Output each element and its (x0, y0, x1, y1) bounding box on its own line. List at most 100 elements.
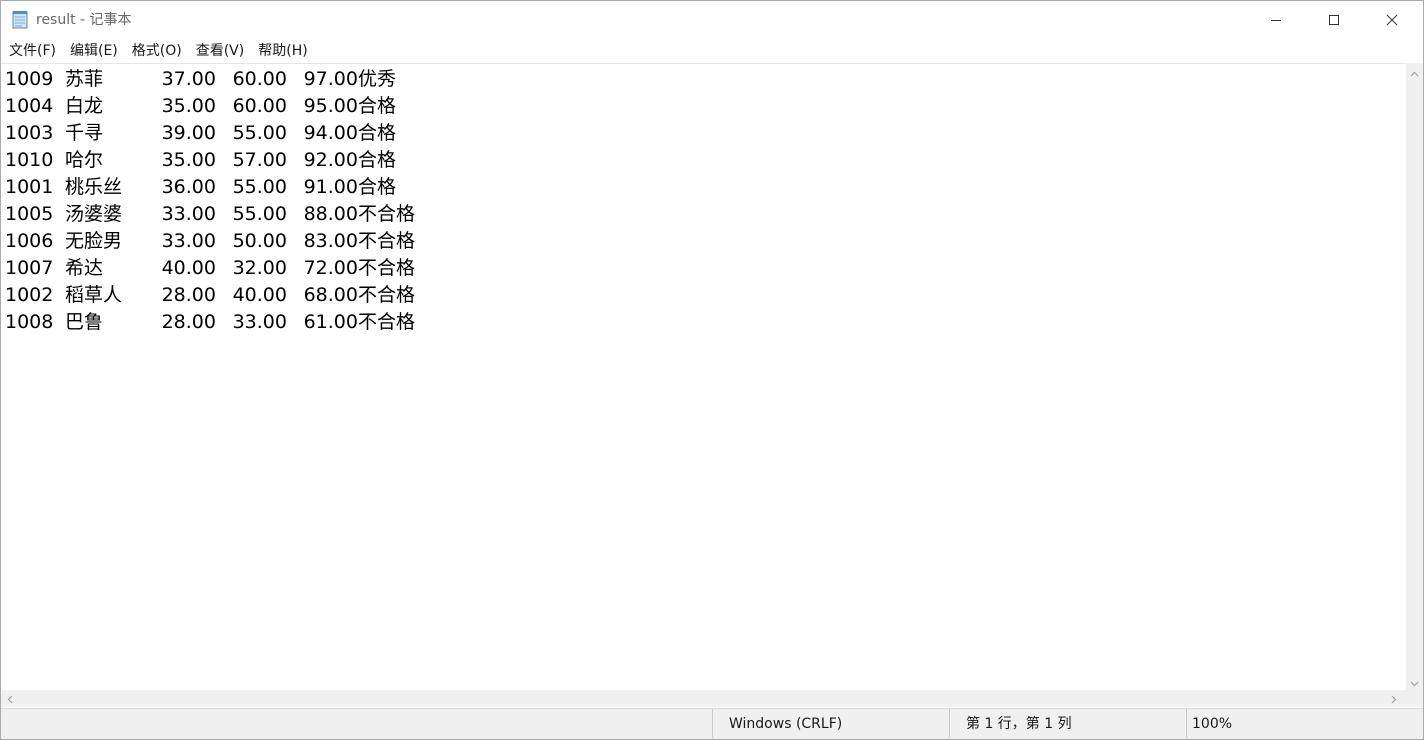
scroll-down-button[interactable] (1406, 673, 1423, 690)
line-score1: 28.00 (161, 284, 216, 306)
text-line: 1005 汤婆婆 33.00 55.00 88.00不合格 (5, 201, 415, 228)
line-total: 68.00 (303, 284, 358, 306)
line-score2: 55.00 (232, 203, 287, 225)
line-name: 千寻 (65, 122, 104, 144)
menu-edit[interactable]: 编辑(E) (64, 40, 124, 62)
line-score2: 32.00 (232, 257, 287, 279)
line-score1: 33.00 (161, 230, 216, 252)
status-line-ending: Windows (CRLF) (712, 709, 949, 739)
text-line: 1006 无脸男 33.00 50.00 83.00不合格 (5, 228, 415, 255)
chevron-down-icon (1410, 672, 1419, 691)
menu-bar: 文件(F) 编辑(E) 格式(O) 查看(V) 帮助(H) (1, 39, 1423, 63)
line-grade: 不合格 (358, 203, 416, 225)
line-name: 巴鲁 (65, 311, 104, 333)
line-total: 61.00 (303, 311, 358, 333)
menu-format[interactable]: 格式(O) (126, 40, 188, 62)
chevron-left-icon (7, 689, 13, 708)
line-grade: 不合格 (358, 257, 416, 279)
text-line: 1009 苏菲 37.00 60.00 97.00优秀 (5, 66, 415, 93)
line-score1: 36.00 (161, 176, 216, 198)
line-total: 97.00 (303, 68, 358, 90)
notepad-icon (12, 10, 29, 29)
line-name: 无脸男 (65, 230, 123, 252)
line-score1: 35.00 (161, 95, 216, 117)
close-icon (1386, 11, 1398, 30)
line-score1: 35.00 (161, 149, 216, 171)
text-line: 1001 桃乐丝 36.00 55.00 91.00合格 (5, 174, 415, 201)
line-id: 1007 (5, 257, 54, 279)
scroll-right-button[interactable] (1385, 690, 1402, 707)
line-score1: 37.00 (161, 68, 216, 90)
title-bar[interactable]: result - 记事本 (1, 1, 1423, 39)
vertical-scrollbar[interactable] (1406, 63, 1423, 690)
text-line: 1003 千寻 39.00 55.00 94.00合格 (5, 120, 415, 147)
line-name: 桃乐丝 (65, 176, 123, 198)
window-title: result - 记事本 (36, 12, 132, 28)
line-score2: 55.00 (232, 176, 287, 198)
status-cursor-position: 第 1 行，第 1 列 (949, 709, 1186, 739)
line-score1: 39.00 (161, 122, 216, 144)
line-id: 1010 (5, 149, 54, 171)
line-grade: 不合格 (358, 284, 416, 306)
chevron-right-icon (1391, 689, 1397, 708)
line-id: 1004 (5, 95, 54, 117)
text-line: 1002 稻草人 28.00 40.00 68.00不合格 (5, 282, 415, 309)
line-total: 95.00 (303, 95, 358, 117)
scroll-up-button[interactable] (1406, 63, 1423, 80)
scrollbar-corner (1406, 690, 1423, 707)
text-line: 1008 巴鲁 28.00 33.00 61.00不合格 (5, 309, 415, 336)
text-line: 1010 哈尔 35.00 57.00 92.00合格 (5, 147, 415, 174)
status-bar: Windows (CRLF) 第 1 行，第 1 列 100% (1, 708, 1423, 739)
line-grade: 合格 (358, 149, 397, 171)
line-score2: 57.00 (232, 149, 287, 171)
line-score2: 33.00 (232, 311, 287, 333)
notepad-window: result - 记事本 文件(F) 编辑(E) 格式(O) 查看(V) 帮助(… (0, 0, 1424, 740)
line-total: 83.00 (303, 230, 358, 252)
line-id: 1003 (5, 122, 54, 144)
line-id: 1002 (5, 284, 54, 306)
status-zoom: 100% (1186, 709, 1423, 739)
line-score1: 40.00 (161, 257, 216, 279)
line-grade: 不合格 (358, 311, 416, 333)
line-name: 稻草人 (65, 284, 123, 306)
menu-help[interactable]: 帮助(H) (252, 40, 313, 62)
line-id: 1006 (5, 230, 54, 252)
minimize-button[interactable] (1247, 1, 1305, 39)
line-id: 1005 (5, 203, 54, 225)
chevron-up-icon (1410, 62, 1419, 81)
maximize-button[interactable] (1305, 1, 1363, 39)
line-total: 88.00 (303, 203, 358, 225)
line-total: 72.00 (303, 257, 358, 279)
line-id: 1009 (5, 68, 54, 90)
line-grade: 合格 (358, 95, 397, 117)
line-name: 希达 (65, 257, 104, 279)
text-line: 1004 白龙 35.00 60.00 95.00合格 (5, 93, 415, 120)
line-grade: 合格 (358, 122, 397, 144)
line-score1: 28.00 (161, 311, 216, 333)
line-grade: 不合格 (358, 230, 416, 252)
line-score2: 55.00 (232, 122, 287, 144)
line-name: 苏菲 (65, 68, 104, 90)
line-grade: 优秀 (358, 68, 397, 90)
line-score1: 33.00 (161, 203, 216, 225)
line-score2: 40.00 (232, 284, 287, 306)
close-button[interactable] (1363, 1, 1421, 39)
horizontal-scrollbar[interactable] (1, 690, 1406, 707)
scroll-left-button[interactable] (1, 690, 18, 707)
menu-view[interactable]: 查看(V) (190, 40, 251, 62)
line-total: 91.00 (303, 176, 358, 198)
line-name: 白龙 (65, 95, 104, 117)
minimize-icon (1270, 11, 1282, 30)
text-editor[interactable]: 1009 苏菲 37.00 60.00 97.00优秀 1004 白龙 35.00 60.00 9… (1, 63, 1406, 691)
line-grade: 合格 (358, 176, 397, 198)
line-name: 汤婆婆 (65, 203, 123, 225)
line-score2: 60.00 (232, 68, 287, 90)
line-score2: 50.00 (232, 230, 287, 252)
editor-content: 1009 苏菲 37.00 60.00 97.00优秀 1004 白龙 35.00 60.00 9… (5, 66, 415, 336)
line-name: 哈尔 (65, 149, 104, 171)
line-id: 1001 (5, 176, 54, 198)
maximize-icon (1328, 11, 1340, 30)
line-score2: 60.00 (232, 95, 287, 117)
line-id: 1008 (5, 311, 54, 333)
menu-file[interactable]: 文件(F) (3, 40, 62, 62)
